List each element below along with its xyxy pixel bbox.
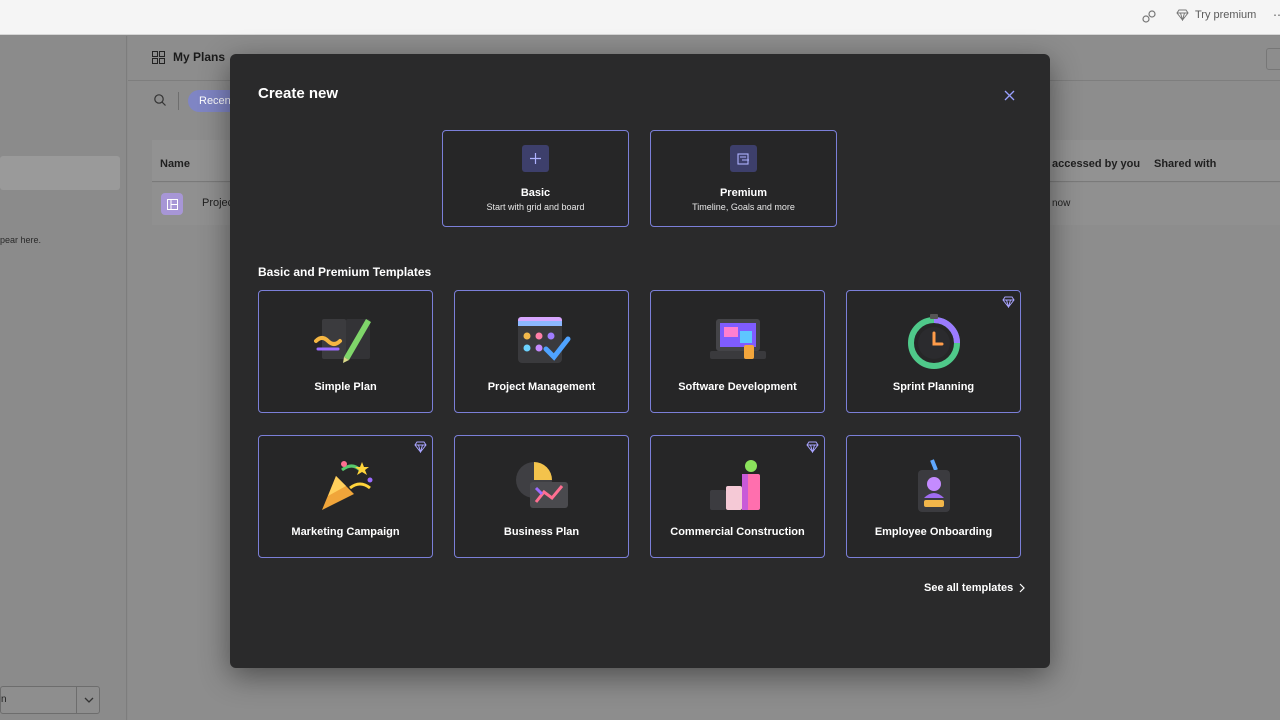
- diamond-icon: [1176, 9, 1189, 21]
- chart-globe-icon: [516, 462, 568, 508]
- more-icon[interactable]: ⋯: [1273, 8, 1280, 22]
- template-software-development[interactable]: Software Development: [650, 290, 825, 413]
- column-name[interactable]: Name: [160, 158, 190, 170]
- basic-subtitle: Start with grid and board: [486, 202, 585, 212]
- try-premium-button[interactable]: Try premium: [1176, 9, 1256, 21]
- template-project-management[interactable]: Project Management: [454, 290, 629, 413]
- chevron-right-icon: [1019, 583, 1026, 593]
- template-commercial-construction[interactable]: Commercial Construction: [650, 435, 825, 558]
- party-popper-icon: [322, 461, 373, 510]
- dialog-title: Create new: [258, 85, 339, 102]
- template-employee-onboarding[interactable]: Employee Onboarding: [846, 435, 1021, 558]
- search-icon[interactable]: [153, 93, 167, 107]
- page-title-label: My Plans: [173, 50, 226, 64]
- templates-section-title: Basic and Premium Templates: [258, 265, 432, 279]
- header-action-button[interactable]: [1266, 48, 1280, 70]
- timeline-icon: [730, 145, 757, 172]
- basic-plan-card[interactable]: Basic Start with grid and board: [442, 130, 629, 227]
- column-accessed[interactable]: accessed by you: [1052, 158, 1140, 170]
- badge-icon: [918, 459, 950, 512]
- see-all-templates-link[interactable]: See all templates: [924, 582, 1026, 594]
- close-icon[interactable]: [1000, 86, 1018, 104]
- template-label: Marketing Campaign: [291, 526, 400, 538]
- template-label: Project Management: [487, 381, 596, 393]
- row-name: Projec: [202, 197, 234, 209]
- plus-icon: [522, 145, 549, 172]
- page-title: My Plans: [152, 50, 225, 64]
- template-label: Business Plan: [503, 526, 580, 538]
- notebook-pen-icon: [314, 319, 371, 363]
- empty-state-text: pear here.: [0, 235, 42, 245]
- template-business-plan[interactable]: Business Plan: [454, 435, 629, 558]
- building-blocks-icon: [710, 460, 760, 510]
- row-accessed: now: [1052, 198, 1071, 209]
- bottom-select[interactable]: n: [0, 686, 100, 714]
- divider: [178, 92, 179, 110]
- share-icon[interactable]: [1141, 9, 1157, 25]
- template-marketing-campaign[interactable]: Marketing Campaign: [258, 435, 433, 558]
- template-sprint-planning[interactable]: Sprint Planning: [846, 290, 1021, 413]
- see-all-label: See all templates: [924, 582, 1014, 594]
- premium-subtitle: Timeline, Goals and more: [692, 202, 795, 212]
- column-shared[interactable]: Shared with: [1154, 158, 1216, 170]
- try-premium-label: Try premium: [1195, 9, 1257, 21]
- basic-title: Basic: [520, 187, 551, 199]
- chevron-down-icon[interactable]: [76, 687, 101, 713]
- template-label: Software Development: [678, 381, 797, 393]
- template-label: Sprint Planning: [892, 381, 975, 393]
- template-simple-plan[interactable]: Simple Plan: [258, 290, 433, 413]
- premium-diamond-icon: [1002, 296, 1015, 308]
- timer-icon: [908, 314, 960, 369]
- plan-icon: [161, 193, 183, 215]
- top-bar: Try premium ⋯: [0, 0, 1280, 35]
- template-label: Employee Onboarding: [874, 526, 993, 538]
- premium-title: Premium: [719, 187, 768, 199]
- premium-plan-card[interactable]: Premium Timeline, Goals and more: [650, 130, 837, 227]
- create-new-dialog: Create new Basic Start with grid and boa…: [230, 54, 1050, 668]
- calendar-check-icon: [518, 317, 571, 363]
- bottom-select-value: n: [1, 694, 7, 705]
- premium-diamond-icon: [414, 441, 427, 453]
- grid-icon: [152, 50, 165, 64]
- nav-selected-item[interactable]: [0, 156, 120, 190]
- premium-diamond-icon: [806, 441, 819, 453]
- template-label: Simple Plan: [314, 381, 377, 393]
- devices-icon: [710, 319, 766, 359]
- template-label: Commercial Construction: [670, 526, 805, 538]
- left-nav: pear here. n: [0, 36, 127, 720]
